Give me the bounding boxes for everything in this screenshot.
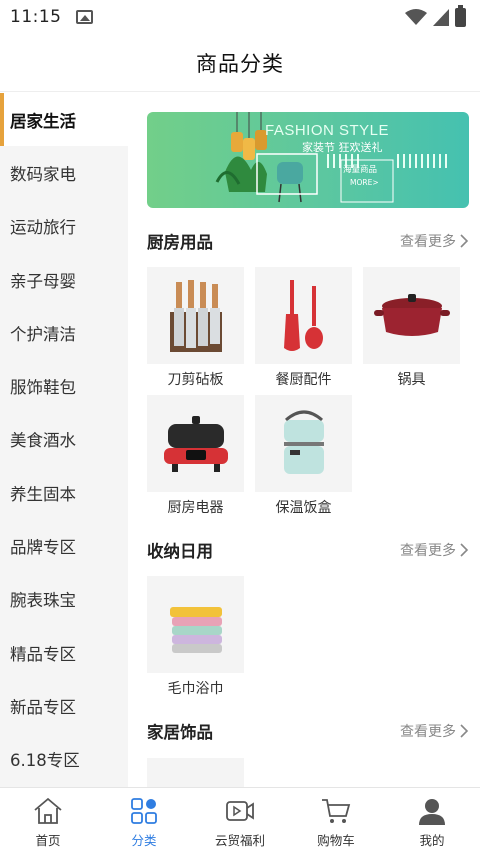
section-header-storage: 收纳日用 查看更多 bbox=[147, 539, 469, 561]
home-icon bbox=[34, 797, 62, 824]
see-more-label: 查看更多 bbox=[400, 234, 456, 250]
lunchbox-icon bbox=[283, 410, 324, 474]
see-more-label: 查看更多 bbox=[400, 543, 456, 559]
product-name: 厨房电器 bbox=[167, 500, 224, 516]
product-knife-set[interactable]: 刀剪砧板 bbox=[147, 267, 244, 389]
sidebar-item-mother-baby[interactable]: 亲子母婴 bbox=[0, 253, 128, 306]
section-title: 收纳日用 bbox=[147, 542, 213, 561]
tab-label: 分类 bbox=[131, 833, 157, 848]
video-icon bbox=[226, 801, 254, 821]
tab-label: 我的 bbox=[419, 833, 445, 848]
sidebar-item-personal-care[interactable]: 个护清洁 bbox=[0, 306, 128, 359]
product-name: 毛巾浴巾 bbox=[167, 681, 224, 697]
sidebar-item-brands[interactable]: 品牌专区 bbox=[0, 519, 128, 572]
tab-label: 购物车 bbox=[317, 833, 355, 848]
section-header-kitchen: 厨房用品 查看更多 bbox=[147, 230, 469, 252]
product-thumb bbox=[147, 576, 244, 673]
tab-welfare[interactable]: 云贸福利 bbox=[192, 788, 288, 853]
category-content: FASHION STYLE 家装节 狂欢送礼 海量商品 MORE> 厨房用品 查… bbox=[128, 93, 480, 787]
sidebar-item-food-drinks[interactable]: 美食酒水 bbox=[0, 413, 128, 466]
product-name: 刀剪砧板 bbox=[167, 372, 224, 388]
tab-home[interactable]: 首页 bbox=[0, 788, 96, 853]
section-header-home-decor: 家居饰品 查看更多 bbox=[147, 720, 469, 742]
product-thumb bbox=[147, 267, 244, 364]
banner-subtitle: 家装节 狂欢送礼 bbox=[302, 141, 383, 154]
page-title: 商品分类 bbox=[196, 51, 284, 76]
product-kitchen-utensils[interactable]: 餐厨配件 bbox=[255, 267, 352, 389]
see-more-link[interactable]: 查看更多 bbox=[400, 231, 469, 251]
product-cookware[interactable]: 锅具 bbox=[363, 267, 460, 389]
image-notification-icon bbox=[75, 10, 93, 24]
tab-cart[interactable]: 购物车 bbox=[288, 788, 384, 853]
category-sidebar: 居家生活 数码家电 运动旅行 亲子母婴 个护清洁 服饰鞋包 美食酒水 养生固本 … bbox=[0, 93, 128, 787]
product-thumb bbox=[147, 395, 244, 492]
bottom-tab-bar: 首页 分类 云贸福利 购物车 我的 bbox=[0, 787, 480, 853]
sidebar-item-new[interactable]: 新品专区 bbox=[0, 679, 128, 732]
sidebar-item-618[interactable]: 6.18专区 bbox=[0, 733, 128, 786]
tab-category[interactable]: 分类 bbox=[96, 788, 192, 853]
chevron-right-icon bbox=[460, 724, 469, 738]
product-lunchbox[interactable]: 保温饭盒 bbox=[255, 395, 352, 517]
sidebar-item-home-living[interactable]: 居家生活 bbox=[0, 93, 128, 147]
status-icons bbox=[405, 4, 466, 27]
cart-icon bbox=[322, 799, 351, 823]
signal-icon bbox=[433, 8, 449, 26]
spatula-icon bbox=[283, 279, 323, 351]
section-title: 家居饰品 bbox=[147, 723, 213, 742]
product-towels[interactable]: 毛巾浴巾 bbox=[147, 576, 244, 698]
banner-title: FASHION STYLE bbox=[265, 122, 390, 139]
sidebar-item-premium[interactable]: 精品专区 bbox=[0, 626, 128, 679]
battery-icon bbox=[455, 4, 466, 27]
banner-tag: 海量商品 bbox=[343, 165, 378, 175]
product-placeholder[interactable] bbox=[147, 758, 244, 787]
status-time: 11:15 bbox=[10, 7, 62, 27]
towel-icon bbox=[169, 606, 222, 653]
sidebar-item-apparel[interactable]: 服饰鞋包 bbox=[0, 359, 128, 412]
product-thumb bbox=[255, 267, 352, 364]
product-name: 锅具 bbox=[397, 372, 426, 388]
promo-banner[interactable]: FASHION STYLE 家装节 狂欢送礼 海量商品 MORE> bbox=[147, 112, 469, 208]
product-name: 保温饭盒 bbox=[275, 500, 332, 516]
user-icon bbox=[419, 799, 445, 825]
product-thumb bbox=[363, 267, 460, 364]
pot-icon bbox=[373, 293, 450, 336]
product-thumb bbox=[255, 395, 352, 492]
chevron-right-icon bbox=[460, 543, 469, 557]
sidebar-item-digital[interactable]: 数码家电 bbox=[0, 146, 128, 199]
product-name: 餐厨配件 bbox=[275, 372, 332, 388]
banner-more: MORE> bbox=[350, 178, 379, 187]
tab-label: 云贸福利 bbox=[214, 833, 265, 848]
see-more-label: 查看更多 bbox=[400, 724, 456, 740]
tab-profile[interactable]: 我的 bbox=[384, 788, 480, 853]
wifi-icon bbox=[405, 8, 427, 25]
tab-label: 首页 bbox=[35, 833, 61, 848]
product-kitchen-appliance[interactable]: 厨房电器 bbox=[147, 395, 244, 517]
sidebar-item-watches-jewelry[interactable]: 腕表珠宝 bbox=[0, 573, 128, 626]
electric-pan-icon bbox=[163, 415, 228, 472]
sidebar-item-sports-travel[interactable]: 运动旅行 bbox=[0, 200, 128, 253]
sidebar-item-health[interactable]: 养生固本 bbox=[0, 466, 128, 519]
see-more-link[interactable]: 查看更多 bbox=[400, 540, 469, 560]
knife-set-icon bbox=[169, 279, 222, 352]
status-bar: 11:15 bbox=[0, 0, 480, 34]
see-more-link[interactable]: 查看更多 bbox=[400, 721, 469, 741]
chevron-right-icon bbox=[460, 234, 469, 248]
category-icon bbox=[131, 798, 157, 824]
section-title: 厨房用品 bbox=[147, 233, 213, 252]
product-thumb bbox=[147, 758, 244, 787]
header: 商品分类 bbox=[0, 34, 480, 92]
